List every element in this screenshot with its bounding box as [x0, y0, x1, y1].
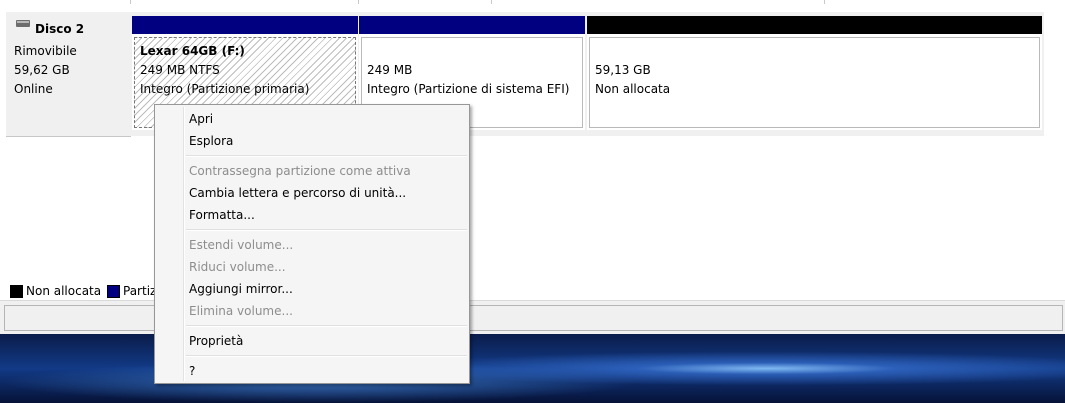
legend-label-unallocated: Non allocata [26, 284, 102, 298]
menu-item-properties[interactable]: Proprietà [157, 330, 467, 352]
menu-separator [186, 355, 467, 357]
partition-bar [132, 16, 358, 34]
menu-item-extend-volume[interactable]: Estendi volume... [157, 234, 467, 256]
menu-item-label: Apri [189, 112, 214, 126]
partition-size: 59,13 GB [595, 63, 651, 77]
menu-item-delete-volume[interactable]: Elimina volume... [157, 300, 467, 322]
menu-item-label: Proprietà [189, 334, 244, 348]
legend-label-partition: Partiz [123, 284, 157, 298]
disk-size: 59,62 GB [14, 63, 70, 77]
partition-bar [359, 16, 585, 34]
menu-item-label: ? [189, 364, 196, 378]
partition-status: Integro (Partizione di sistema EFI) [367, 82, 570, 96]
menu-separator [186, 155, 467, 157]
partition-status: Integro (Partizione primaria) [140, 82, 310, 96]
menu-item-help[interactable]: ? [157, 360, 467, 382]
menu-item-mark-active[interactable]: Contrassegna partizione come attiva [157, 160, 467, 182]
menu-item-apri[interactable]: Apri [157, 108, 467, 130]
removable-disk-icon [16, 20, 30, 27]
menu-item-format[interactable]: Formatta... [157, 204, 467, 226]
partition-size: 249 MB NTFS [140, 63, 220, 77]
disk-name: Disco 2 [35, 22, 85, 36]
partition-unallocated[interactable]: 59,13 GB Non allocata [587, 16, 1042, 130]
menu-item-label: Aggiungi mirror... [189, 282, 293, 296]
menu-item-label: Riduci volume... [189, 260, 286, 274]
disk-status: Online [14, 82, 53, 96]
menu-item-label: Cambia lettera e percorso di unità... [189, 186, 407, 200]
menu-separator [186, 229, 467, 231]
legend-swatch-unallocated [10, 285, 23, 298]
partition-body[interactable]: 59,13 GB Non allocata [589, 37, 1040, 128]
context-menu: Apri Esplora Contrassegna partizione com… [154, 104, 470, 384]
partition-status: Non allocata [595, 82, 671, 96]
menu-item-label: Formatta... [189, 208, 255, 222]
menu-item-change-drive-letter[interactable]: Cambia lettera e percorso di unità... [157, 182, 467, 204]
menu-item-shrink-volume[interactable]: Riduci volume... [157, 256, 467, 278]
disk-info-box[interactable]: Disco 2 Rimovibile 59,62 GB Online [6, 12, 131, 137]
menu-separator [186, 325, 467, 327]
menu-item-label: Contrassegna partizione come attiva [189, 164, 411, 178]
menu-item-label: Estendi volume... [189, 238, 294, 252]
menu-item-add-mirror[interactable]: Aggiungi mirror... [157, 278, 467, 300]
disk-type: Rimovibile [14, 44, 77, 58]
menu-item-label: Esplora [189, 134, 234, 148]
menu-item-esplora[interactable]: Esplora [157, 130, 467, 152]
partition-bar [587, 16, 1042, 34]
partition-title: Lexar 64GB (F:) [140, 44, 245, 58]
partition-size: 249 MB [367, 63, 413, 77]
legend-swatch-partition [107, 285, 120, 298]
menu-item-label: Elimina volume... [189, 304, 293, 318]
